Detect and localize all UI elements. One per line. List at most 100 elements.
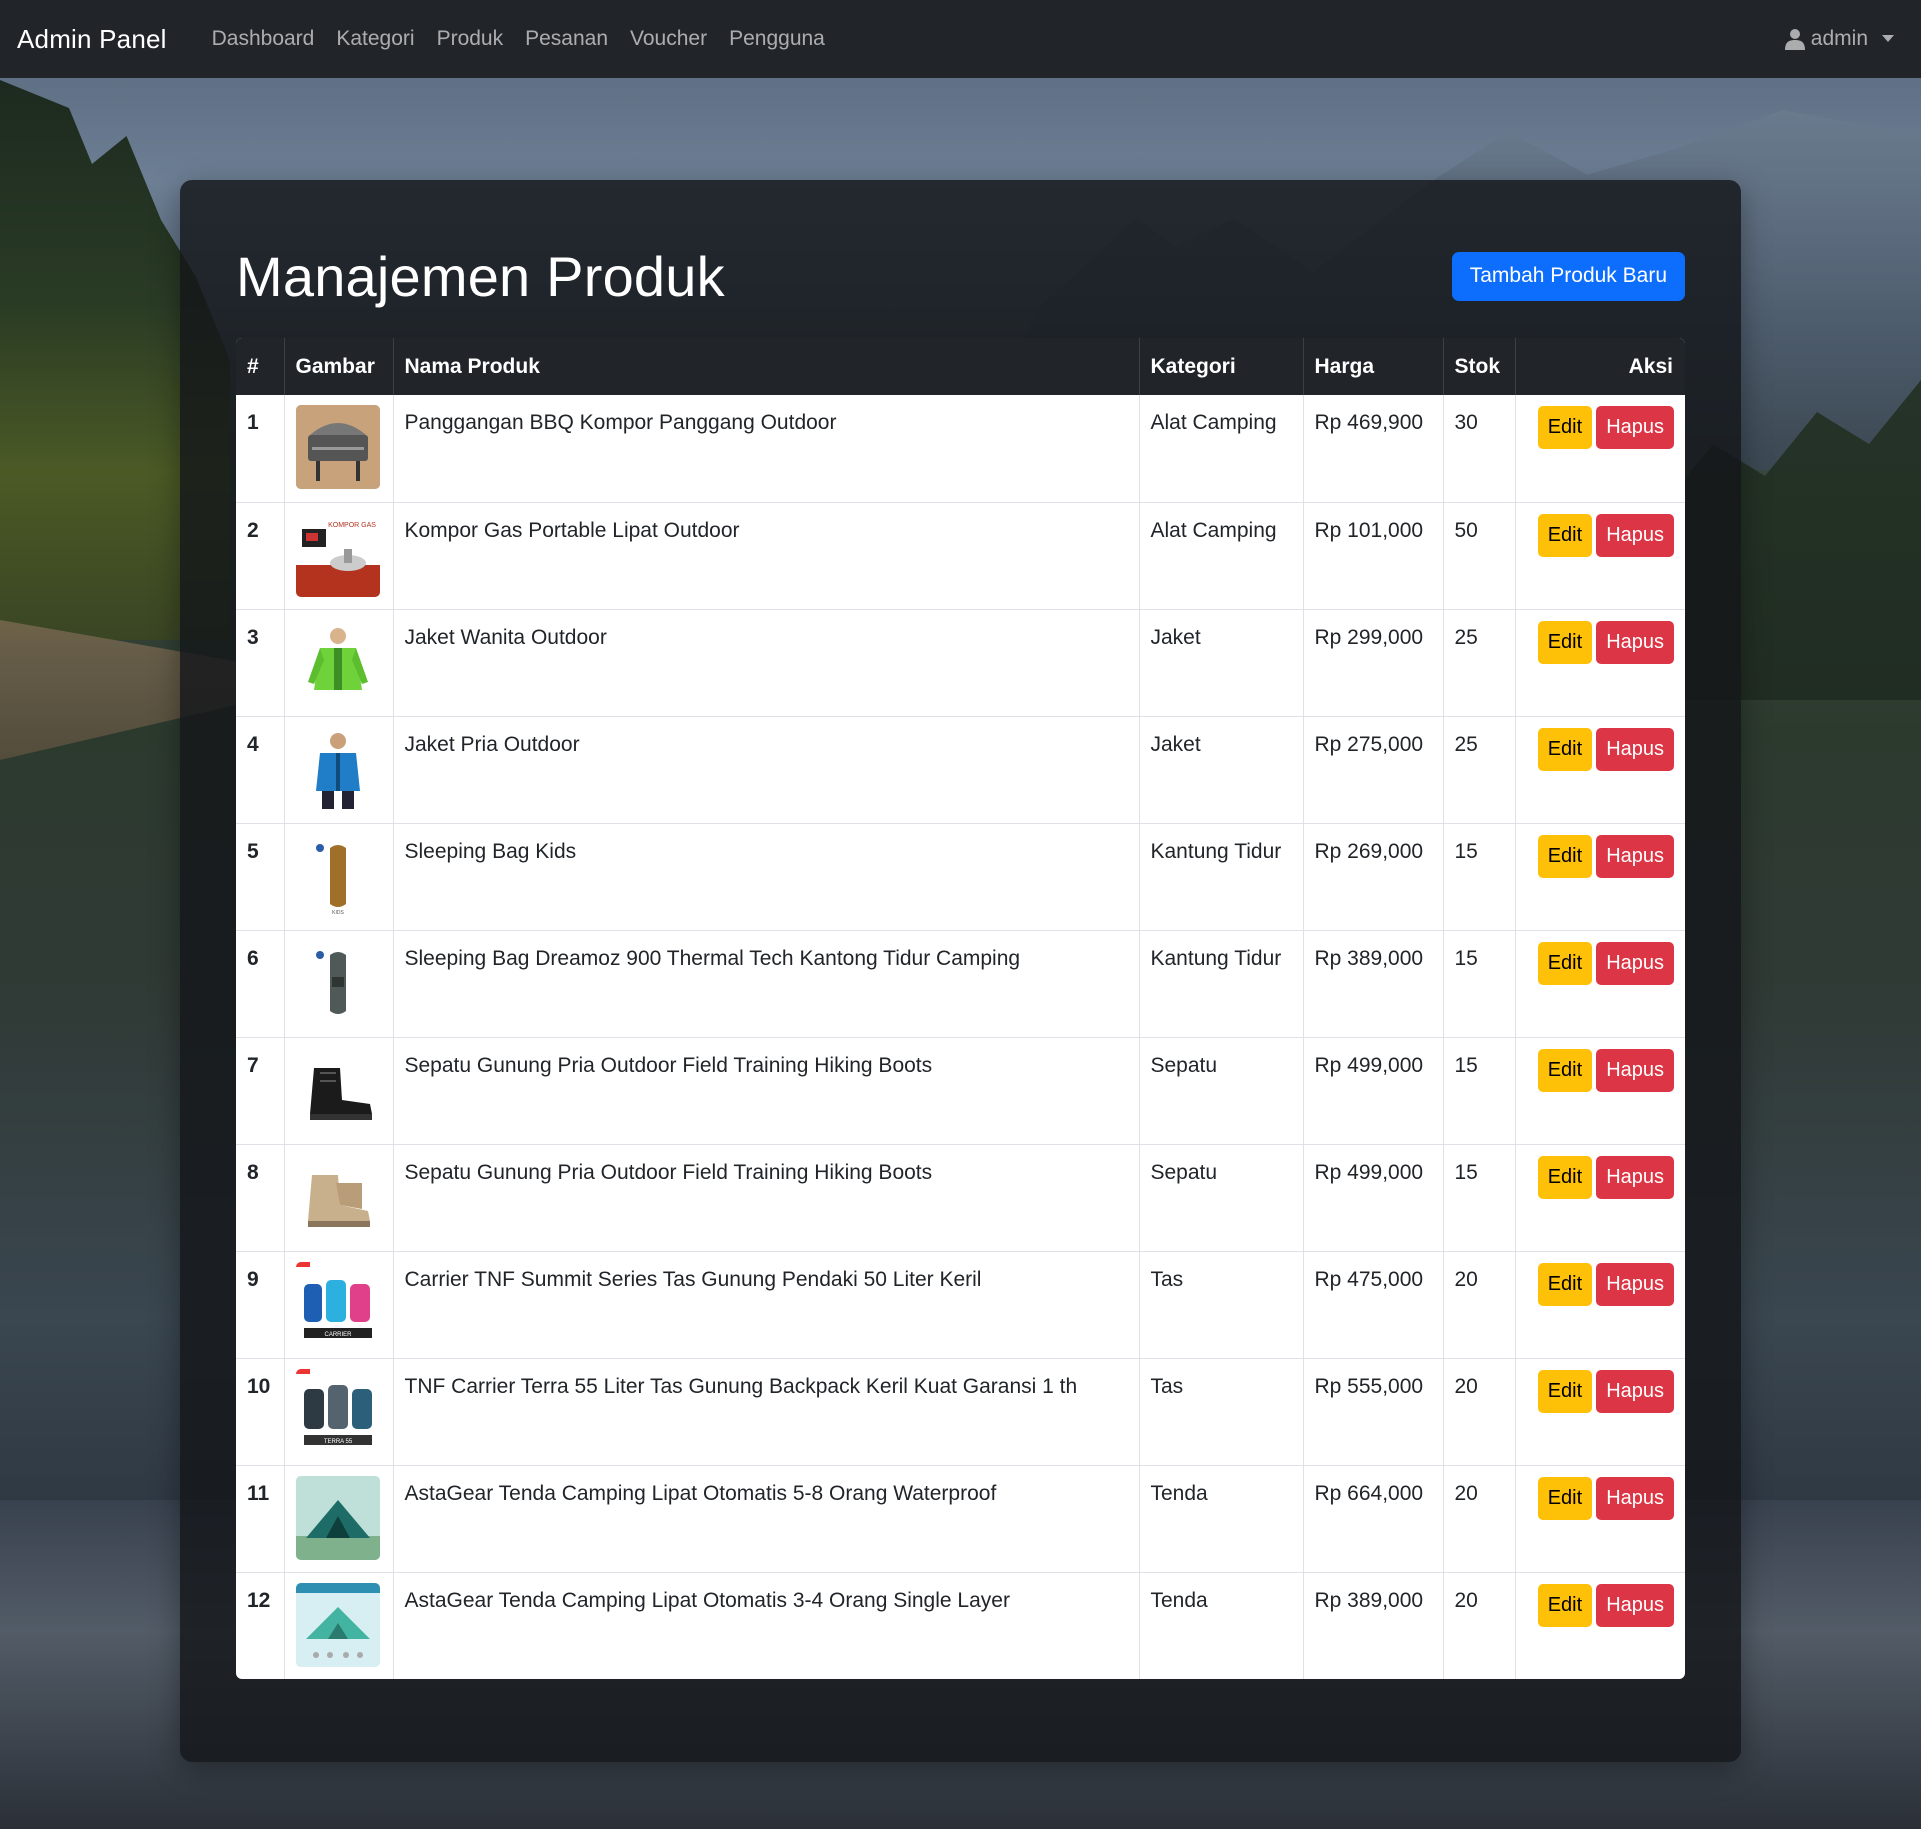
row-image-cell xyxy=(284,609,394,717)
row-category: Kantung Tidur xyxy=(1139,930,1304,1038)
nav-link-kategori[interactable]: Kategori xyxy=(325,27,425,51)
delete-button[interactable]: Hapus xyxy=(1596,620,1674,664)
delete-button[interactable]: Hapus xyxy=(1596,1369,1674,1413)
row-image-cell xyxy=(284,1037,394,1145)
row-actions: Edit Hapus xyxy=(1515,395,1685,503)
table-row: 11 AstaGear Tenda Camping Lipat Otomatis … xyxy=(236,1465,1685,1573)
row-category: Tenda xyxy=(1139,1465,1304,1573)
row-image-cell: KIDS xyxy=(284,823,394,931)
row-category: Alat Camping xyxy=(1139,502,1304,610)
delete-button[interactable]: Hapus xyxy=(1596,1155,1674,1199)
edit-button[interactable]: Edit xyxy=(1537,620,1593,664)
row-stock: 20 xyxy=(1443,1465,1516,1573)
delete-button[interactable]: Hapus xyxy=(1596,834,1674,878)
row-number: 3 xyxy=(236,609,285,717)
header-category: Kategori xyxy=(1139,338,1304,395)
row-number: 7 xyxy=(236,1037,285,1145)
header-actions: Aksi xyxy=(1628,354,1673,378)
nav-link-voucher[interactable]: Voucher xyxy=(619,27,718,51)
header-image: Gambar xyxy=(284,338,394,395)
table-row: 4 Jaket Pria Outdoor Jaket Rp 275,000 25 Edit… xyxy=(236,716,1685,824)
row-price: Rp 499,000 xyxy=(1303,1144,1444,1252)
edit-button[interactable]: Edit xyxy=(1537,1476,1593,1520)
row-image-cell xyxy=(284,716,394,824)
nav-link-dashboard[interactable]: Dashboard xyxy=(201,27,326,51)
row-actions: Edit Hapus xyxy=(1515,502,1685,610)
edit-button[interactable]: Edit xyxy=(1537,513,1593,557)
edit-button[interactable]: Edit xyxy=(1537,1048,1593,1092)
user-menu-dropdown[interactable]: admin xyxy=(1784,27,1894,51)
add-product-button[interactable]: Tambah Produk Baru xyxy=(1451,251,1685,301)
row-actions: Edit Hapus xyxy=(1515,609,1685,717)
row-stock: 30 xyxy=(1443,395,1516,503)
table-row: 12 AstaGear Tenda Camping Lipat Otomatis … xyxy=(236,1572,1685,1679)
table-row: 3 Jaket Wanita Outdoor Jaket Rp 299,000 25 Ed… xyxy=(236,609,1685,717)
table-row: 8 Sepatu Gunung Pria Outdoor Field Traini… xyxy=(236,1144,1685,1252)
edit-button[interactable]: Edit xyxy=(1537,1583,1593,1627)
user-name: admin xyxy=(1810,27,1868,50)
delete-button[interactable]: Hapus xyxy=(1596,1262,1674,1306)
card-header: Manajemen Produk Tambah Produk Baru xyxy=(236,242,1685,310)
delete-button[interactable]: Hapus xyxy=(1596,406,1674,449)
row-price: Rp 389,000 xyxy=(1303,1572,1444,1679)
table-row: 5 KIDS Sleeping Bag Kids Kantung Tidur Rp 26… xyxy=(236,823,1685,931)
nav-links: Dashboard Kategori Produk Pesanan Vouche… xyxy=(201,27,836,51)
delete-button[interactable]: Hapus xyxy=(1596,1583,1674,1627)
edit-button[interactable]: Edit xyxy=(1537,834,1593,878)
navbar-brand[interactable]: Admin Panel xyxy=(17,24,167,55)
nav-link-pesanan[interactable]: Pesanan xyxy=(514,27,619,51)
nav-link-produk[interactable]: Produk xyxy=(426,27,515,51)
edit-button[interactable]: Edit xyxy=(1537,1262,1593,1306)
nav-link-pengguna[interactable]: Pengguna xyxy=(718,27,836,51)
row-category: Alat Camping xyxy=(1139,395,1304,503)
delete-button[interactable]: Hapus xyxy=(1596,727,1674,771)
row-price: Rp 101,000 xyxy=(1303,502,1444,610)
header-product-name: Nama Produk xyxy=(393,338,1140,395)
row-product-name: Sepatu Gunung Pria Outdoor Field Trainin… xyxy=(393,1037,1140,1145)
row-category: Tenda xyxy=(1139,1572,1304,1679)
row-price: Rp 269,000 xyxy=(1303,823,1444,931)
row-category: Tas xyxy=(1139,1251,1304,1359)
row-category: Sepatu xyxy=(1139,1037,1304,1145)
row-image-cell xyxy=(284,1572,394,1679)
product-thumbnail xyxy=(295,405,380,489)
product-thumbnail: KIDS xyxy=(295,833,380,918)
row-price: Rp 475,000 xyxy=(1303,1251,1444,1359)
table-row: 6 Sleeping Bag Dreamoz 900 Thermal Tech K… xyxy=(236,930,1685,1038)
row-number: 5 xyxy=(236,823,285,931)
edit-button[interactable]: Edit xyxy=(1537,1155,1593,1199)
delete-button[interactable]: Hapus xyxy=(1596,513,1674,557)
row-product-name: AstaGear Tenda Camping Lipat Otomatis 3-… xyxy=(393,1572,1140,1679)
delete-button[interactable]: Hapus xyxy=(1596,1048,1674,1092)
edit-button[interactable]: Edit xyxy=(1537,1369,1593,1413)
product-thumbnail xyxy=(295,619,380,704)
row-product-name: Sleeping Bag Kids xyxy=(393,823,1140,931)
delete-button[interactable]: Hapus xyxy=(1596,941,1674,985)
row-actions: Edit Hapus xyxy=(1515,716,1685,824)
header-stock: Stok xyxy=(1443,338,1516,395)
row-stock: 15 xyxy=(1443,1144,1516,1252)
row-price: Rp 469,900 xyxy=(1303,395,1444,503)
row-product-name: Sleeping Bag Dreamoz 900 Thermal Tech Ka… xyxy=(393,930,1140,1038)
row-actions: Edit Hapus xyxy=(1515,1144,1685,1252)
delete-button[interactable]: Hapus xyxy=(1596,1476,1674,1520)
row-price: Rp 275,000 xyxy=(1303,716,1444,824)
row-image-cell xyxy=(284,1465,394,1573)
row-stock: 20 xyxy=(1443,1572,1516,1679)
row-number: 6 xyxy=(236,930,285,1038)
row-number: 2 xyxy=(236,502,285,610)
row-number: 10 xyxy=(236,1358,285,1466)
product-thumbnail xyxy=(295,1154,380,1239)
edit-button[interactable]: Edit xyxy=(1537,727,1593,771)
edit-button[interactable]: Edit xyxy=(1537,941,1593,985)
header-number: # xyxy=(236,338,285,395)
row-number: 8 xyxy=(236,1144,285,1252)
row-number: 4 xyxy=(236,716,285,824)
row-product-name: Carrier TNF Summit Series Tas Gunung Pen… xyxy=(393,1251,1140,1359)
row-product-name: AstaGear Tenda Camping Lipat Otomatis 5-… xyxy=(393,1465,1140,1573)
edit-button[interactable]: Edit xyxy=(1537,406,1593,449)
row-number: 12 xyxy=(236,1572,285,1679)
row-stock: 25 xyxy=(1443,716,1516,824)
row-actions: Edit Hapus xyxy=(1515,1358,1685,1466)
row-number: 1 xyxy=(236,395,285,503)
